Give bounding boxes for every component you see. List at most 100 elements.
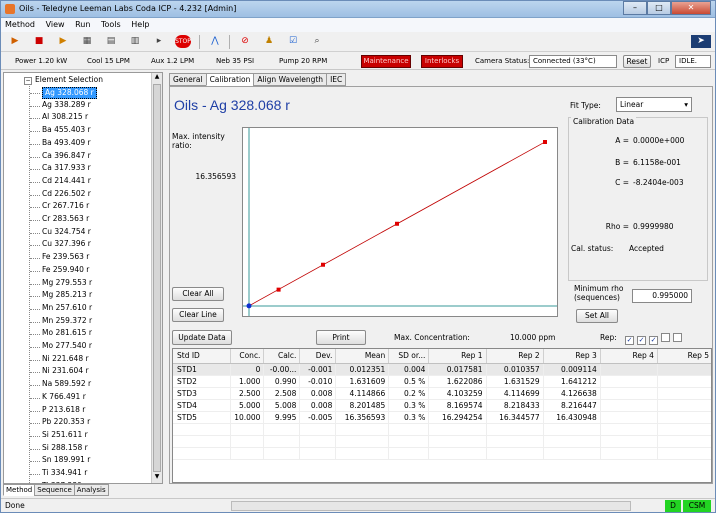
tree-element-item[interactable]: Mo 277.540 r bbox=[42, 341, 92, 353]
tree-element-item[interactable]: Sn 189.991 r bbox=[42, 455, 90, 467]
tree-element-item[interactable]: Cd 226.502 r bbox=[42, 189, 91, 201]
tree-scrollbar[interactable]: ▲ ▼ bbox=[151, 73, 162, 483]
prohibit-icon[interactable]: ⊘ bbox=[237, 35, 253, 48]
tree-element-item[interactable]: Ca 317.933 r bbox=[42, 163, 91, 175]
users-icon[interactable]: ♟ bbox=[261, 35, 277, 48]
tree-element-item[interactable]: K 766.491 r bbox=[42, 392, 86, 404]
tree-element-item[interactable]: Cu 327.396 r bbox=[42, 239, 91, 251]
tree-element-item[interactable]: Si 288.158 r bbox=[42, 443, 88, 455]
column-header[interactable]: Dev. bbox=[299, 349, 337, 364]
close-icon[interactable]: ✕ bbox=[671, 1, 711, 15]
tree-element-item[interactable]: Si 251.611 r bbox=[42, 430, 88, 442]
tab-align-wavelength[interactable]: Align Wavelength bbox=[253, 73, 328, 86]
rep-checkbox[interactable]: ✓ bbox=[637, 336, 646, 345]
tree-element-item[interactable]: Mg 285.213 r bbox=[42, 290, 92, 302]
stop-icon[interactable]: STOP bbox=[175, 35, 191, 48]
rack-icon[interactable]: ▦ bbox=[79, 35, 95, 48]
menu-view[interactable]: View bbox=[42, 18, 69, 31]
tree-element-item[interactable]: Mn 257.610 r bbox=[42, 303, 92, 315]
column-header[interactable]: Mean bbox=[335, 349, 390, 364]
tree-element-item[interactable]: Fe 239.563 r bbox=[42, 252, 89, 264]
tree-element-item[interactable]: Ag 328.068 r bbox=[42, 87, 97, 99]
column-header[interactable]: Conc. bbox=[230, 349, 265, 364]
tab-general[interactable]: General bbox=[169, 73, 207, 86]
tab-sequence[interactable]: Sequence bbox=[34, 484, 75, 496]
table-row[interactable]: STD5 10.000 9.995 -0.005 16.356593 0.3 % 16.29… bbox=[173, 411, 711, 424]
minimize-icon[interactable]: – bbox=[623, 1, 647, 15]
tree-element-item[interactable]: Pb 220.353 r bbox=[42, 417, 90, 429]
scroll-thumb[interactable] bbox=[153, 84, 161, 472]
fit-type-select[interactable]: Linear ▾ bbox=[616, 97, 692, 112]
batch-icon[interactable]: ▥ bbox=[127, 35, 143, 48]
menu-run[interactable]: Run bbox=[71, 18, 94, 31]
tree-element-item[interactable]: Cd 214.441 r bbox=[42, 176, 91, 188]
column-header[interactable]: Rep 5 bbox=[657, 349, 711, 364]
interlocks-button[interactable]: Interlocks bbox=[421, 55, 463, 68]
wash-icon[interactable]: ▸ bbox=[151, 35, 167, 48]
table-header-row: Std ID Conc. Calc. Dev. Mean SD or... Rep 1 Rep… bbox=[173, 349, 711, 364]
scroll-down-icon[interactable]: ▼ bbox=[152, 473, 162, 483]
tree-branch-line bbox=[30, 131, 40, 133]
table-row[interactable]: STD3 2.500 2.508 0.008 4.114866 0.2 % 4.103259… bbox=[173, 387, 711, 400]
reset-button[interactable]: Reset bbox=[623, 55, 651, 68]
tree-element-item[interactable]: Ni 221.648 r bbox=[42, 354, 89, 366]
report-icon[interactable]: ☑ bbox=[285, 35, 301, 48]
tree-element-item[interactable]: Ba 455.403 r bbox=[42, 125, 91, 137]
menu-tools[interactable]: Tools bbox=[97, 18, 125, 31]
set-all-button[interactable]: Set All bbox=[576, 309, 618, 323]
tree-element-item[interactable]: Cu 324.754 r bbox=[42, 227, 91, 239]
tree-element-item[interactable]: Mg 279.553 r bbox=[42, 278, 92, 290]
tree-element-item[interactable]: Al 308.215 r bbox=[42, 112, 88, 124]
table-row[interactable]: STD1 0 -0.00... -0.001 0.012351 0.004 0.017581… bbox=[173, 363, 711, 376]
stop-run-icon[interactable]: ■ bbox=[31, 35, 47, 48]
menu-method[interactable]: Method bbox=[1, 18, 39, 31]
table-row[interactable]: STD4 5.000 5.008 0.008 8.201485 0.3 % 8.169574… bbox=[173, 399, 711, 412]
menu-help[interactable]: Help bbox=[127, 18, 153, 31]
tree-element-item[interactable]: Cr 283.563 r bbox=[42, 214, 89, 226]
menu-bar: Method View Run Tools Help bbox=[1, 18, 715, 32]
tree-element-item[interactable]: Cr 267.716 r bbox=[42, 201, 89, 213]
sample-icon[interactable]: ▤ bbox=[103, 35, 119, 48]
tree-element-item[interactable]: Ag 338.289 r bbox=[42, 100, 91, 112]
update-data-button[interactable]: Update Data bbox=[172, 330, 232, 345]
column-header[interactable]: Rep 2 bbox=[486, 349, 544, 364]
rep-checkbox[interactable] bbox=[673, 333, 682, 342]
print-button[interactable]: Print bbox=[316, 330, 366, 345]
tree-element-item[interactable]: Ba 493.409 r bbox=[42, 138, 91, 150]
clear-all-button[interactable]: Clear All bbox=[172, 287, 224, 301]
maximize-icon[interactable]: □ bbox=[647, 1, 671, 15]
spectrum-icon[interactable]: ⋀ bbox=[207, 35, 223, 48]
zoom-icon[interactable]: ⌕ bbox=[309, 35, 325, 48]
tab-iec[interactable]: IEC bbox=[326, 73, 347, 86]
clear-line-button[interactable]: Clear Line bbox=[172, 308, 224, 322]
rep-checkbox[interactable] bbox=[661, 333, 670, 342]
tree-element-item[interactable]: Mn 259.372 r bbox=[42, 316, 92, 328]
min-rho-input[interactable]: 0.995000 bbox=[632, 289, 692, 303]
tab-analysis[interactable]: Analysis bbox=[73, 484, 109, 496]
table-cell: 16.430948 bbox=[543, 411, 601, 424]
start-icon[interactable]: ▶ bbox=[7, 35, 23, 48]
column-header[interactable]: Rep 1 bbox=[428, 349, 487, 364]
table-row[interactable]: STD2 1.000 0.990 -0.010 1.631609 0.5 % 1.62208… bbox=[173, 375, 711, 388]
scroll-up-icon[interactable]: ▲ bbox=[152, 73, 162, 83]
tab-method[interactable]: Method bbox=[3, 484, 36, 496]
tree-collapse-icon[interactable]: − bbox=[24, 77, 32, 85]
column-header[interactable]: Rep 4 bbox=[600, 349, 658, 364]
tree-element-item[interactable]: Ni 231.604 r bbox=[42, 366, 89, 378]
column-header[interactable]: Calc. bbox=[263, 349, 301, 364]
column-header[interactable]: Std ID bbox=[173, 349, 231, 364]
tree-element-item[interactable]: Ti 334.941 r bbox=[42, 468, 87, 480]
rep-checkbox[interactable]: ✓ bbox=[649, 336, 658, 345]
tree-element-item[interactable]: Ca 396.847 r bbox=[42, 151, 91, 163]
tab-calibration[interactable]: Calibration bbox=[205, 73, 255, 86]
tree-element-item[interactable]: Na 589.592 r bbox=[42, 379, 91, 391]
tree-element-item[interactable]: P 213.618 r bbox=[42, 405, 85, 417]
tree-root[interactable]: − Element Selection bbox=[24, 75, 103, 87]
maintenance-button[interactable]: Maintenance bbox=[361, 55, 411, 68]
tree-element-item[interactable]: Mo 281.615 r bbox=[42, 328, 92, 340]
column-header[interactable]: SD or... bbox=[388, 349, 430, 364]
rep-checkbox[interactable]: ✓ bbox=[625, 336, 634, 345]
column-header[interactable]: Rep 3 bbox=[543, 349, 601, 364]
tree-element-item[interactable]: Fe 259.940 r bbox=[42, 265, 89, 277]
next-icon[interactable]: ▶ bbox=[55, 35, 71, 48]
